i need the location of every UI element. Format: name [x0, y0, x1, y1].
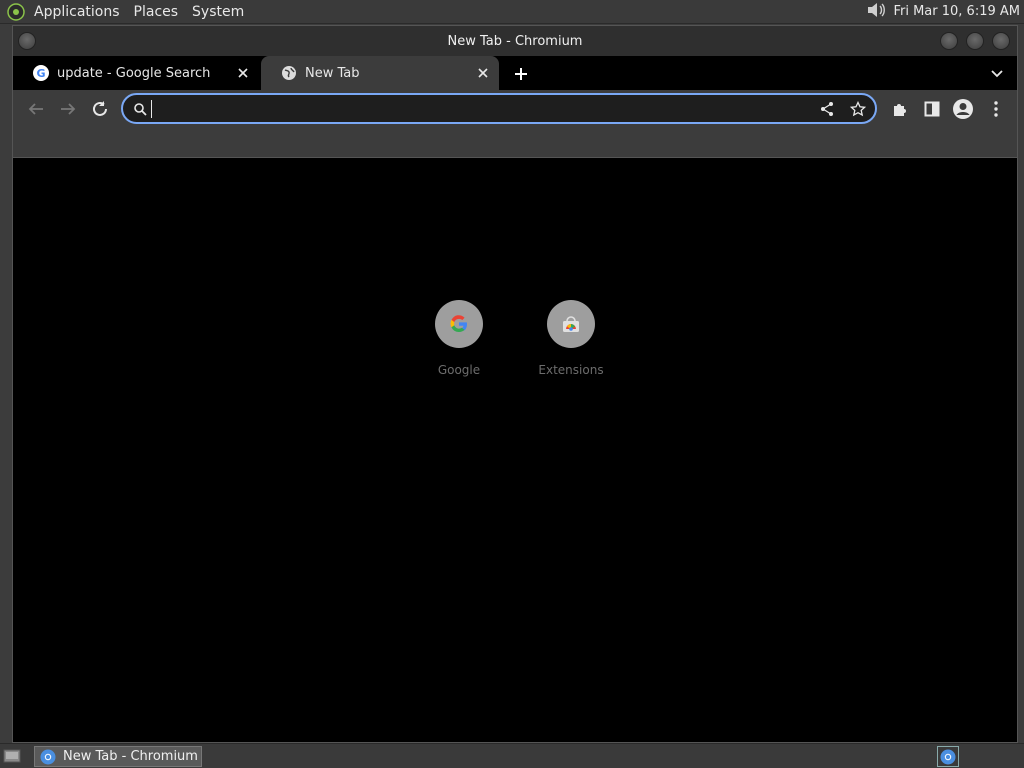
tab-label: update - Google Search: [57, 65, 211, 81]
window-titlebar[interactable]: New Tab - Chromium: [13, 26, 1017, 56]
close-tab-icon[interactable]: [475, 65, 491, 81]
svg-text:G: G: [36, 67, 45, 80]
shortcut-extensions[interactable]: Extensions: [526, 300, 616, 377]
maximize-icon[interactable]: [966, 32, 984, 50]
task-label: New Tab - Chromium: [63, 749, 198, 764]
window-menu-icon[interactable]: [18, 32, 36, 50]
profile-icon[interactable]: [952, 98, 974, 120]
close-window-icon[interactable]: [992, 32, 1010, 50]
shortcut-google[interactable]: Google: [414, 300, 504, 377]
menu-applications[interactable]: Applications: [34, 4, 120, 20]
tab-new-tab[interactable]: New Tab: [261, 56, 499, 90]
chrome-web-store-icon: [547, 300, 595, 348]
tab-label: New Tab: [305, 65, 360, 81]
extensions-puzzle-icon[interactable]: [889, 98, 911, 120]
taskbar: New Tab - Chromium: [0, 743, 1024, 768]
show-desktop-icon[interactable]: [2, 747, 22, 765]
close-tab-icon[interactable]: [235, 65, 251, 81]
clock[interactable]: Fri Mar 10, 6:19 AM: [893, 4, 1020, 19]
menu-system[interactable]: System: [192, 4, 244, 20]
shortcut-label: Google: [437, 363, 481, 377]
search-icon: [133, 102, 147, 116]
chromium-icon: [39, 748, 57, 766]
google-g-icon: G: [33, 65, 49, 81]
tab-strip: G update - Google Search New Tab: [13, 56, 1017, 90]
side-panel-icon[interactable]: [921, 98, 943, 120]
bookmarks-bar: [13, 128, 1017, 158]
top-panel: Applications Places System Fri Mar 10, 6…: [0, 0, 1024, 24]
forward-arrow-icon[interactable]: [57, 98, 79, 120]
new-tab-page: Google Extensions: [13, 159, 1017, 742]
menu-places[interactable]: Places: [134, 4, 179, 20]
new-tab-plus-icon[interactable]: [511, 64, 531, 84]
window-title: New Tab - Chromium: [447, 33, 583, 49]
share-icon[interactable]: [819, 101, 835, 117]
shortcut-label: Extensions: [538, 363, 604, 377]
kebab-menu-icon[interactable]: [985, 98, 1007, 120]
globe-icon: [281, 65, 297, 81]
text-caret: [151, 99, 152, 118]
toolbar: [13, 90, 1017, 128]
taskbar-task-chromium[interactable]: New Tab - Chromium: [34, 746, 202, 767]
volume-icon[interactable]: [865, 0, 887, 24]
back-arrow-icon[interactable]: [25, 98, 47, 120]
google-g-icon: [435, 300, 483, 348]
star-icon[interactable]: [850, 101, 866, 117]
distro-logo-icon[interactable]: [6, 2, 26, 22]
address-input[interactable]: [154, 100, 754, 117]
reload-icon[interactable]: [89, 98, 111, 120]
minimize-icon[interactable]: [940, 32, 958, 50]
tab-google-search[interactable]: G update - Google Search: [13, 56, 259, 90]
browser-window: New Tab - Chromium G update - Google Sea…: [12, 25, 1018, 743]
chromium-tray-icon[interactable]: [937, 746, 959, 767]
address-bar[interactable]: [121, 93, 877, 124]
tab-search-chevron-down-icon[interactable]: [989, 65, 1005, 81]
